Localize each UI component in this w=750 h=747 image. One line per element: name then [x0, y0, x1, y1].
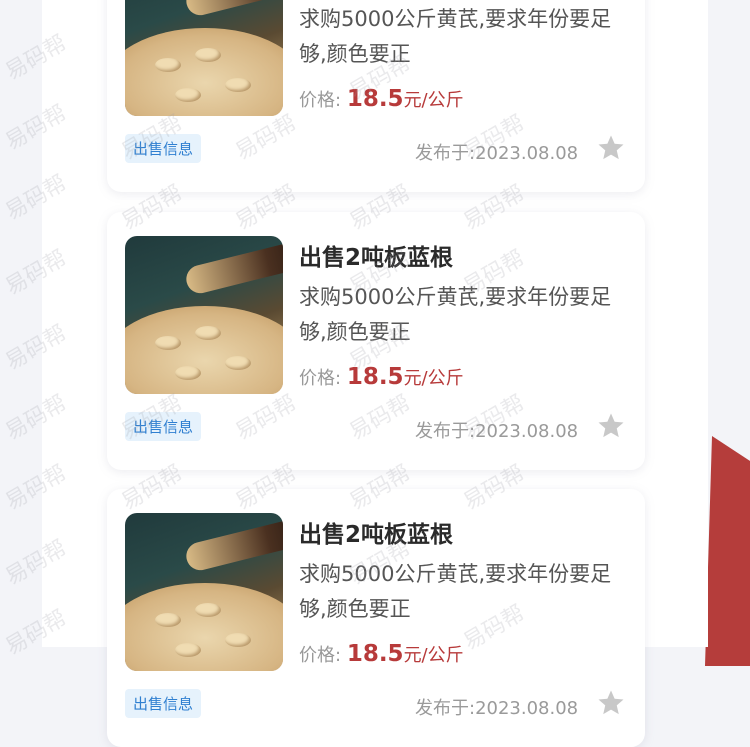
sale-info-tag: 出售信息	[125, 689, 202, 718]
price-unit: 元/公斤	[403, 368, 464, 389]
listing-description: 求购5000公斤黄芪,要求年份要足够,颜色要正	[299, 7, 612, 66]
listing-title: 出售2吨板蓝根	[299, 522, 454, 548]
listing-price: 价格: 18.5元/公斤	[299, 641, 464, 667]
listing-image	[125, 513, 283, 671]
price-unit: 元/公斤	[403, 90, 464, 111]
publish-date: 发布于:2023.08.08	[415, 143, 579, 164]
listing-image	[125, 0, 283, 116]
price-label: 价格:	[299, 90, 342, 111]
listing-image	[125, 236, 283, 394]
listing-description: 求购5000公斤黄芪,要求年份要足够,颜色要正	[299, 562, 612, 621]
listing-price: 价格: 18.5元/公斤	[299, 364, 464, 390]
price-unit: 元/公斤	[403, 645, 464, 666]
listing-title: 出售2吨板蓝根	[299, 245, 454, 271]
star-icon[interactable]	[596, 133, 626, 163]
publish-date: 发布于:2023.08.08	[415, 421, 579, 442]
price-label: 价格:	[299, 368, 342, 389]
price-label: 价格:	[299, 645, 342, 666]
listing-card[interactable]: 出售2吨板蓝根 求购5000公斤黄芪,要求年份要足够,颜色要正 价格: 18.5…	[107, 212, 645, 470]
red-decoration	[705, 436, 750, 666]
price-value: 18.5	[346, 364, 404, 390]
star-icon[interactable]	[596, 688, 626, 718]
listing-price: 价格: 18.5元/公斤	[299, 86, 464, 112]
publish-date: 发布于:2023.08.08	[415, 698, 579, 719]
star-icon[interactable]	[596, 411, 626, 441]
listing-card[interactable]: 出售2吨板蓝根 求购5000公斤黄芪,要求年份要足够,颜色要正 价格: 18.5…	[107, 489, 645, 747]
price-value: 18.5	[346, 641, 404, 667]
price-value: 18.5	[346, 86, 404, 112]
sale-info-tag: 出售信息	[125, 412, 202, 441]
listing-description: 求购5000公斤黄芪,要求年份要足够,颜色要正	[299, 285, 612, 344]
listing-card[interactable]: 求购5000公斤黄芪,要求年份要足够,颜色要正 价格: 18.5元/公斤 出售信…	[107, 0, 645, 192]
sale-info-tag: 出售信息	[125, 134, 202, 163]
